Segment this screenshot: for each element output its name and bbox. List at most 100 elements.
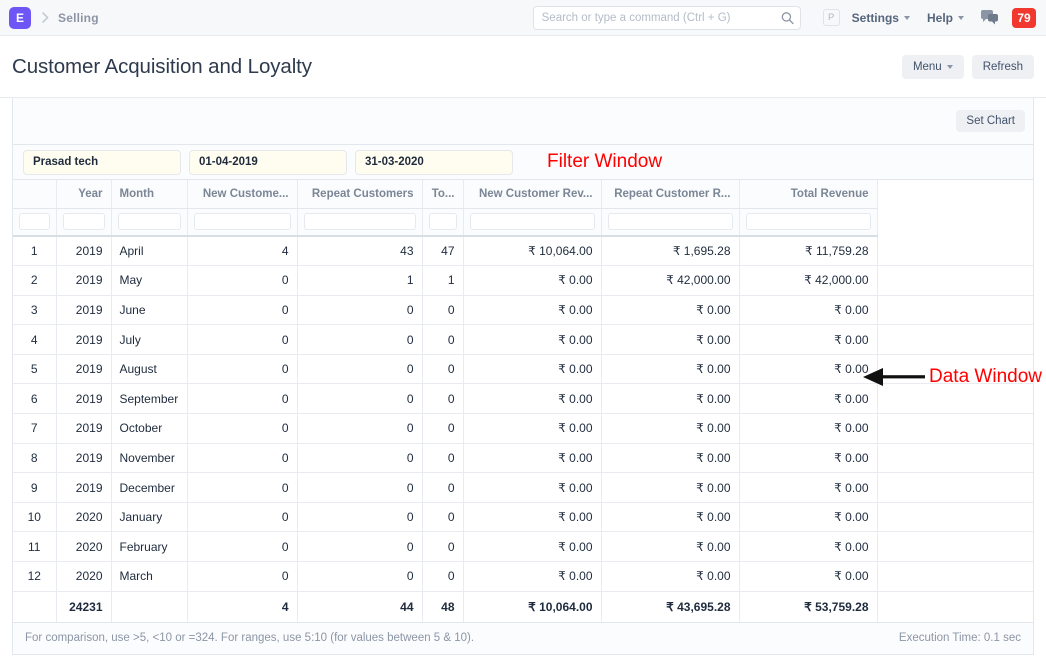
settings-menu[interactable]: Settings (852, 11, 910, 25)
cell-year[interactable]: 2019 (56, 295, 112, 326)
cell-new_customers[interactable]: 0 (187, 472, 298, 503)
cell-new_customers[interactable]: 0 (187, 265, 298, 296)
cell-new_customers[interactable]: 0 (187, 413, 298, 444)
cell-year[interactable]: 2019 (56, 383, 112, 415)
cell-new_customer_revenue[interactable]: ₹ 0.00 (463, 324, 602, 355)
table-row[interactable]: 2 2019 May 0 1 1 ₹ 0.00 ₹ 42,000.00 ₹ 42,000.00 (13, 265, 1033, 296)
cell-repeat_customer_revenue[interactable]: ₹ 0.00 (601, 324, 740, 355)
cell-total_customers[interactable]: 0 (422, 354, 464, 385)
column-filter-input-year[interactable] (62, 213, 105, 231)
cell-month[interactable]: September (111, 383, 188, 415)
cell-total_customers[interactable]: 0 (422, 443, 464, 474)
set-chart-button[interactable]: Set Chart (956, 110, 1025, 132)
cell-new_customer_revenue[interactable]: ₹ 0.00 (463, 265, 602, 296)
column-header-idx[interactable] (13, 180, 57, 209)
cell-repeat_customer_revenue[interactable]: ₹ 0.00 (601, 502, 740, 533)
cell-repeat_customers[interactable]: 0 (297, 502, 423, 533)
avatar[interactable]: P (822, 9, 840, 26)
column-header-repeat_customer_revenue[interactable]: Repeat Customer R... (601, 180, 740, 209)
cell-total_revenue[interactable]: ₹ 0.00 (739, 502, 878, 533)
cell-year[interactable]: 2019 (56, 443, 112, 474)
cell-year[interactable]: 2019 (56, 413, 112, 444)
cell-idx[interactable]: 5 (13, 354, 57, 385)
company-filter-input[interactable] (23, 149, 181, 175)
cell-new_customers[interactable]: 0 (187, 561, 298, 592)
cell-new_customers[interactable]: 0 (187, 531, 298, 563)
cell-total_customers[interactable]: 47 (422, 236, 464, 267)
cell-new_customer_revenue[interactable]: ₹ 10,064.00 (463, 236, 602, 267)
cell-repeat_customers[interactable]: 0 (297, 561, 423, 592)
cell-idx[interactable]: 3 (13, 295, 57, 326)
menu-button[interactable]: Menu (901, 54, 964, 79)
cell-repeat_customers[interactable]: 0 (297, 472, 423, 503)
column-header-total_revenue[interactable]: Total Revenue (739, 180, 878, 209)
table-row[interactable]: 4 2019 July 0 0 0 ₹ 0.00 ₹ 0.00 ₹ 0.00 (13, 324, 1033, 355)
cell-repeat_customer_revenue[interactable]: ₹ 0.00 (601, 413, 740, 444)
cell-repeat_customer_revenue[interactable]: ₹ 0.00 (601, 354, 740, 385)
table-row[interactable]: 6 2019 September 0 0 0 ₹ 0.00 ₹ 0.00 ₹ 0.00 (13, 383, 1033, 415)
cell-idx[interactable]: 7 (13, 413, 57, 444)
cell-new_customers[interactable]: 0 (187, 383, 298, 415)
table-row[interactable]: 9 2019 December 0 0 0 ₹ 0.00 ₹ 0.00 ₹ 0.00 (13, 472, 1033, 503)
refresh-button[interactable]: Refresh (971, 54, 1034, 79)
cell-new_customer_revenue[interactable]: ₹ 0.00 (463, 443, 602, 474)
cell-repeat_customers[interactable]: 0 (297, 383, 423, 415)
cell-new_customers[interactable]: 4 (187, 236, 298, 267)
cell-total_revenue[interactable]: ₹ 0.00 (739, 443, 878, 474)
breadcrumb-selling[interactable]: Selling (58, 11, 99, 25)
cell-year[interactable]: 2019 (56, 324, 112, 355)
cell-idx[interactable]: 9 (13, 472, 57, 503)
cell-total_revenue[interactable]: ₹ 0.00 (739, 472, 878, 503)
column-filter-input-new_customer_revenue[interactable] (469, 213, 595, 231)
search-input[interactable] (532, 5, 801, 30)
table-row[interactable]: 12 2020 March 0 0 0 ₹ 0.00 ₹ 0.00 ₹ 0.00 (13, 561, 1033, 592)
cell-new_customer_revenue[interactable]: ₹ 0.00 (463, 561, 602, 592)
cell-year[interactable]: 2019 (56, 472, 112, 503)
cell-month[interactable]: March (111, 561, 188, 592)
cell-total_revenue[interactable]: ₹ 0.00 (739, 413, 878, 444)
cell-month[interactable]: August (111, 354, 188, 385)
cell-idx[interactable]: 6 (13, 383, 57, 415)
table-row[interactable]: 1 2019 April 4 43 47 ₹ 10,064.00 ₹ 1,695.28 ₹ 11… (13, 236, 1033, 267)
table-row[interactable]: 10 2020 January 0 0 0 ₹ 0.00 ₹ 0.00 ₹ 0.00 (13, 502, 1033, 533)
table-row[interactable]: 7 2019 October 0 0 0 ₹ 0.00 ₹ 0.00 ₹ 0.00 (13, 413, 1033, 444)
cell-repeat_customer_revenue[interactable]: ₹ 0.00 (601, 561, 740, 592)
help-menu[interactable]: Help (927, 11, 964, 25)
cell-total_revenue[interactable]: ₹ 42,000.00 (739, 265, 878, 296)
cell-year[interactable]: 2020 (56, 531, 112, 563)
cell-new_customers[interactable]: 0 (187, 502, 298, 533)
cell-repeat_customer_revenue[interactable]: ₹ 0.00 (601, 295, 740, 326)
cell-year[interactable]: 2019 (56, 265, 112, 296)
cell-repeat_customers[interactable]: 0 (297, 413, 423, 444)
cell-total_customers[interactable]: 0 (422, 531, 464, 563)
cell-idx[interactable]: 10 (13, 502, 57, 533)
cell-new_customer_revenue[interactable]: ₹ 0.00 (463, 295, 602, 326)
column-filter-input-new_customers[interactable] (193, 213, 291, 231)
cell-new_customer_revenue[interactable]: ₹ 0.00 (463, 531, 602, 563)
cell-total_revenue[interactable]: ₹ 0.00 (739, 324, 878, 355)
cell-new_customer_revenue[interactable]: ₹ 0.00 (463, 413, 602, 444)
cell-repeat_customer_revenue[interactable]: ₹ 0.00 (601, 531, 740, 563)
cell-month[interactable]: June (111, 295, 188, 326)
cell-month[interactable]: January (111, 502, 188, 533)
cell-total_revenue[interactable]: ₹ 0.00 (739, 295, 878, 326)
table-row[interactable]: 8 2019 November 0 0 0 ₹ 0.00 ₹ 0.00 ₹ 0.00 (13, 443, 1033, 474)
cell-month[interactable]: November (111, 443, 188, 474)
cell-repeat_customers[interactable]: 0 (297, 295, 423, 326)
column-header-total_customers[interactable]: To... (422, 180, 464, 209)
cell-idx[interactable]: 4 (13, 324, 57, 355)
cell-repeat_customer_revenue[interactable]: ₹ 0.00 (601, 472, 740, 503)
cell-repeat_customers[interactable]: 0 (297, 324, 423, 355)
cell-total_customers[interactable]: 0 (422, 295, 464, 326)
chat-icon[interactable] (981, 10, 998, 25)
column-header-repeat_customers[interactable]: Repeat Customers (297, 180, 423, 209)
app-logo-icon[interactable]: E (9, 6, 31, 29)
column-filter-input-month[interactable] (117, 213, 181, 231)
table-row[interactable]: 3 2019 June 0 0 0 ₹ 0.00 ₹ 0.00 ₹ 0.00 (13, 295, 1033, 326)
cell-repeat_customer_revenue[interactable]: ₹ 1,695.28 (601, 236, 740, 267)
cell-new_customers[interactable]: 0 (187, 354, 298, 385)
column-header-new_customer_revenue[interactable]: New Customer Rev... (463, 180, 602, 209)
cell-repeat_customer_revenue[interactable]: ₹ 42,000.00 (601, 265, 740, 296)
cell-month[interactable]: February (111, 531, 188, 563)
cell-new_customers[interactable]: 0 (187, 295, 298, 326)
